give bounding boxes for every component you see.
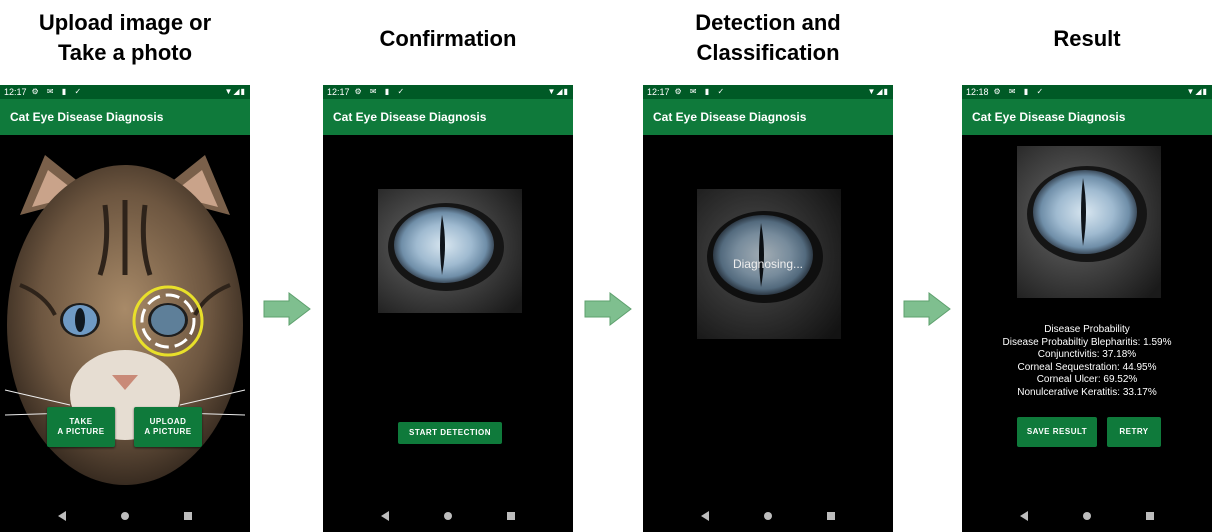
recent-apps-icon[interactable] — [507, 512, 516, 520]
result-line: Corneal Ulcer: 69.52% — [1036, 374, 1138, 386]
caption-detection: Detection and Classification — [643, 8, 893, 68]
result-line: Conjunctivitis: 37.18% — [1037, 349, 1137, 361]
caption-upload-line2: Take a photo — [57, 40, 193, 65]
home-icon[interactable] — [1082, 512, 1091, 520]
content-area: Disease Probability Disease Probabiltiy … — [962, 135, 1212, 500]
nav-bar — [323, 500, 573, 532]
app-bar-title: Cat Eye Disease Diagnosis — [643, 99, 893, 135]
caption-upload-line1: Upload image or — [38, 10, 212, 35]
nav-bar — [643, 500, 893, 532]
app-bar-title: Cat Eye Disease Diagnosis — [962, 99, 1212, 135]
caption-detection-line2: Classification — [696, 40, 840, 65]
app-bar-title: Cat Eye Disease Diagnosis — [0, 99, 250, 135]
phone-screen-result: 12:18 ⚙ ✉ ▮ ✓ ▼◢▮ Cat Eye Disease Diagno… — [962, 85, 1212, 532]
result-line: Disease Probabiltiy Blepharitis: 1.59% — [1002, 336, 1172, 348]
result-line: Corneal Sequestration: 44.95% — [1017, 361, 1157, 373]
status-bar: 12:17 ⚙ ✉ ▮ ✓ ▼◢▮ — [643, 85, 893, 99]
cat-photo — [4, 155, 246, 485]
status-right-icons: ▼◢▮ — [867, 87, 889, 96]
retry-button[interactable]: RETRY — [1107, 417, 1161, 447]
status-icons: ⚙ ✉ ▮ ✓ — [31, 87, 85, 96]
arrow-icon — [584, 292, 632, 326]
arrow-icon — [263, 292, 311, 326]
nav-bar — [0, 500, 250, 532]
status-bar: 12:17 ⚙ ✉ ▮ ✓ ▼◢▮ — [323, 85, 573, 99]
content-area: Diagnosing... — [643, 135, 893, 500]
result-heading: Disease Probability — [1044, 324, 1130, 335]
result-line: Nonulcerative Keratitis: 33.17% — [1017, 386, 1157, 398]
app-bar-title: Cat Eye Disease Diagnosis — [323, 99, 573, 135]
phone-screen-confirmation: 12:17 ⚙ ✉ ▮ ✓ ▼◢▮ Cat Eye Disease Diagno… — [323, 85, 573, 532]
eye-image — [1017, 146, 1161, 298]
status-icons: ⚙ ✉ ▮ ✓ — [993, 87, 1047, 96]
status-time: 12:17 — [647, 87, 670, 97]
home-icon[interactable] — [443, 512, 452, 520]
diagnosing-text: Diagnosing... — [732, 257, 804, 271]
nav-bar — [962, 500, 1212, 532]
status-right-icons: ▼◢▮ — [1186, 87, 1208, 96]
result-lines: Disease Probability Disease Probabiltiy … — [962, 324, 1212, 400]
recent-apps-icon[interactable] — [1146, 512, 1155, 520]
back-icon[interactable] — [1019, 511, 1028, 521]
caption-upload: Upload image or Take a photo — [0, 8, 250, 68]
recent-apps-icon[interactable] — [184, 512, 193, 520]
status-right-icons: ▼◢▮ — [224, 87, 246, 96]
cat-photo-area: TAKE A PICTURE UPLOAD A PICTURE — [0, 135, 250, 500]
back-icon[interactable] — [700, 511, 709, 521]
status-time: 12:18 — [966, 87, 989, 97]
eye-image — [378, 189, 522, 313]
caption-detection-line1: Detection and — [695, 10, 841, 35]
status-right-icons: ▼◢▮ — [547, 87, 569, 96]
status-icons: ⚙ ✉ ▮ ✓ — [674, 87, 728, 96]
caption-result: Result — [1053, 26, 1121, 51]
status-time: 12:17 — [327, 87, 350, 97]
home-icon[interactable] — [120, 512, 129, 520]
status-icons: ⚙ ✉ ▮ ✓ — [354, 87, 408, 96]
back-icon[interactable] — [57, 511, 66, 521]
status-bar: 12:17 ⚙ ✉ ▮ ✓ ▼◢▮ — [0, 85, 250, 99]
status-time: 12:17 — [4, 87, 27, 97]
save-result-button[interactable]: SAVE RESULT — [1017, 417, 1097, 447]
home-icon[interactable] — [763, 512, 772, 520]
arrow-icon — [903, 292, 951, 326]
phone-screen-upload: 12:17 ⚙ ✉ ▮ ✓ ▼◢▮ Cat Eye Disease Diagno… — [0, 85, 250, 532]
upload-picture-button[interactable]: UPLOAD A PICTURE — [134, 407, 202, 447]
phone-screen-detection: 12:17 ⚙ ✉ ▮ ✓ ▼◢▮ Cat Eye Disease Diagno… — [643, 85, 893, 532]
start-detection-button[interactable]: START DETECTION — [398, 422, 502, 444]
content-area: START DETECTION — [323, 135, 573, 500]
status-bar: 12:18 ⚙ ✉ ▮ ✓ ▼◢▮ — [962, 85, 1212, 99]
back-icon[interactable] — [380, 511, 389, 521]
recent-apps-icon[interactable] — [827, 512, 836, 520]
caption-confirmation: Confirmation — [379, 26, 517, 51]
take-picture-button[interactable]: TAKE A PICTURE — [47, 407, 115, 447]
